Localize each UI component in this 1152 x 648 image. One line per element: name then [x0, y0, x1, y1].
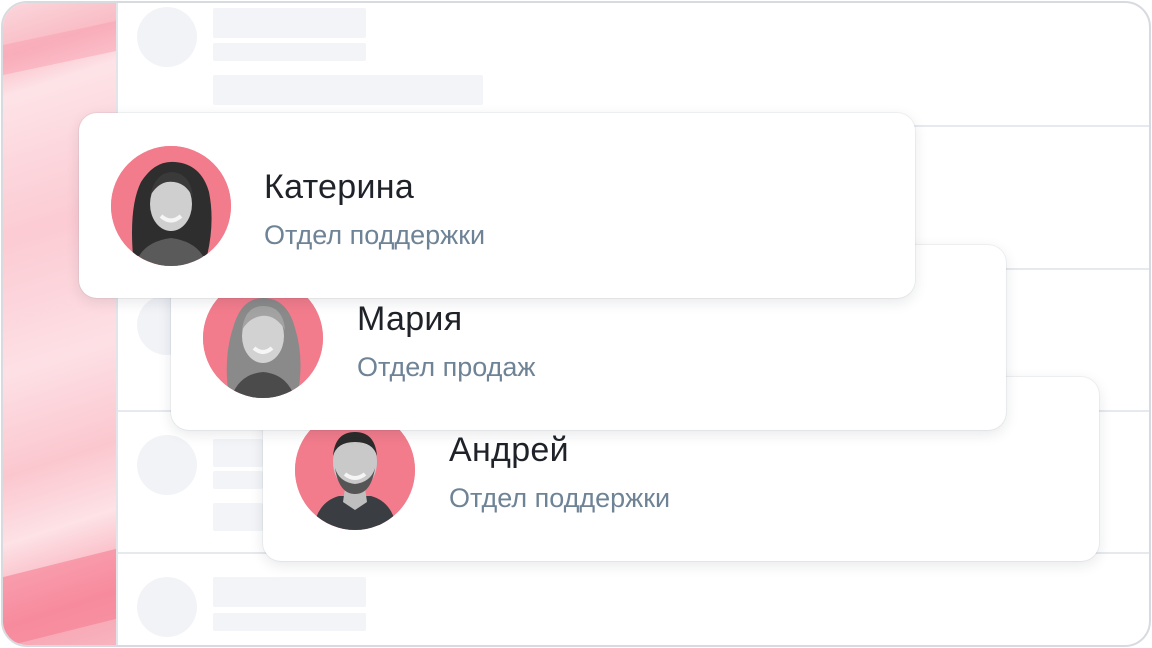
contact-name: Мария [357, 300, 463, 338]
avatar-photo-icon [111, 146, 231, 266]
skeleton-line [213, 8, 366, 38]
skeleton-avatar [137, 577, 197, 637]
skeleton-line [213, 577, 366, 607]
skeleton-line [213, 613, 366, 631]
contact-card[interactable]: Катерина Отдел поддержки [79, 113, 915, 298]
sidebar-accent-band [3, 20, 116, 76]
skeleton-line [213, 471, 263, 489]
skeleton-line [213, 503, 263, 531]
contact-department: Отдел поддержки [264, 220, 486, 250]
sidebar-accent [3, 3, 116, 645]
contact-name: Катерина [264, 168, 415, 206]
skeleton-line [213, 75, 483, 105]
skeleton-avatar [137, 435, 197, 495]
sidebar-divider [116, 3, 118, 645]
skeleton-line [213, 43, 366, 61]
sidebar-accent-band [3, 548, 116, 645]
contact-department: Отдел продаж [357, 352, 536, 382]
contact-name: Андрей [449, 431, 569, 469]
skeleton-avatar [137, 7, 197, 67]
skeleton-line [213, 439, 263, 467]
avatar [111, 146, 231, 266]
contact-department: Отдел поддержки [449, 483, 671, 513]
